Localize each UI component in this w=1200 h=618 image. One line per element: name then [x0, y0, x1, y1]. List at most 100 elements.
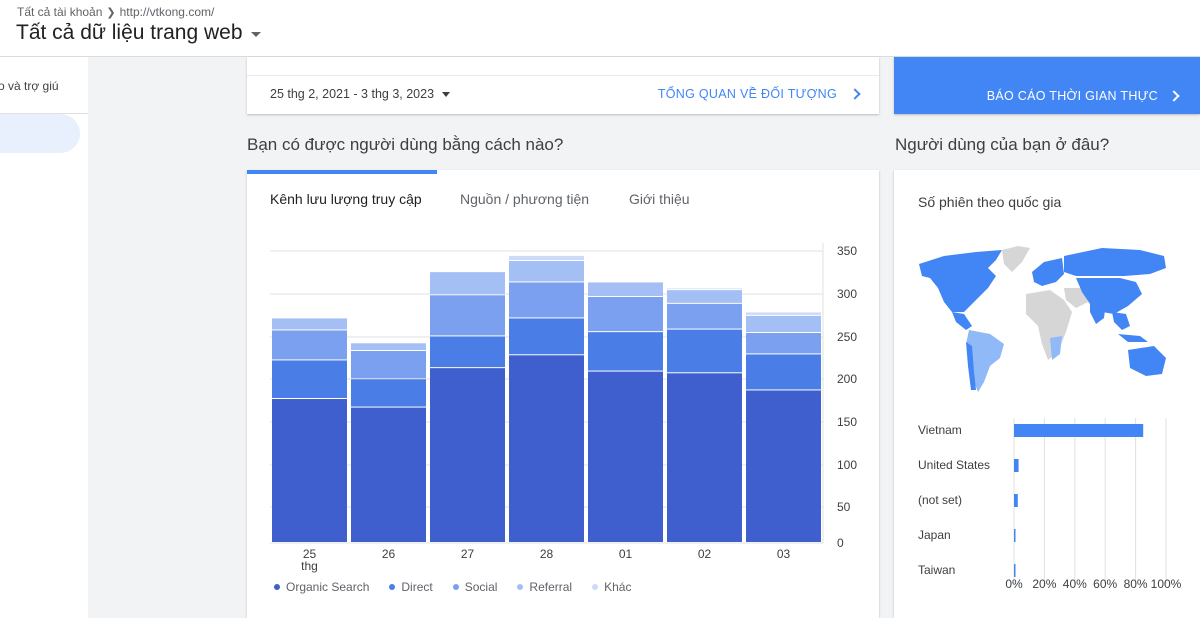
acquisition-heading: Bạn có được người dùng bằng cách nào? — [247, 135, 564, 154]
legend-label: Khác — [604, 580, 632, 594]
country-label: Vietnam — [918, 423, 962, 437]
chevron-right-icon — [849, 88, 861, 100]
bar-segment-organic-search — [667, 373, 742, 542]
geo-chart-title: Số phiên theo quốc gia — [918, 194, 1062, 210]
audience-overview-label: TỔNG QUAN VỀ ĐỐI TƯỢNG — [657, 87, 837, 101]
legend-label: Referral — [529, 580, 573, 594]
bar-segment-organic-search — [430, 368, 505, 542]
x-tick-label: 02 — [698, 547, 712, 561]
bar-segment-direct — [430, 336, 505, 368]
date-range-card: 25 thg 2, 2021 - 3 thg 3, 2023 TỔNG QUAN… — [247, 57, 879, 114]
bar-segment-organic-search — [588, 371, 663, 542]
audience-overview-link[interactable]: TỔNG QUAN VỀ ĐỐI TƯỢNG — [657, 87, 861, 101]
x-tick-label: thg — [301, 559, 318, 573]
bar-segment-referral — [509, 261, 584, 282]
legend-label: Organic Search — [286, 580, 370, 594]
breadcrumb-property[interactable]: http://vtkong.com/ — [120, 5, 215, 19]
country-sessions-chart: 0% 20% 40% 60% 80% 100% Vietnam United States (n… — [918, 418, 1182, 591]
bar-segment-referral — [588, 282, 663, 296]
bar-segment-direct — [272, 360, 347, 398]
x-tick-label: 01 — [619, 547, 633, 561]
y-tick-label: 100 — [837, 458, 857, 472]
bar-segment-direct — [509, 318, 584, 355]
legend-dot — [592, 584, 599, 590]
map-southeast-asia — [1112, 312, 1130, 330]
map-russia — [1064, 248, 1166, 276]
bar-segment-social — [746, 333, 821, 354]
bar-segment-direct — [351, 379, 426, 407]
bar-segment-social — [430, 295, 505, 336]
legend-dot — [274, 584, 280, 590]
bar-segment-referral — [746, 315, 821, 332]
legend-item: Social — [452, 580, 497, 594]
traffic-channel-chart: 05010015020025030035025thg26 27 28 01 02 03 — [270, 243, 857, 573]
bar-segment-referral — [351, 343, 426, 350]
legend-item: Organic Search — [274, 580, 369, 594]
bar-segment-referral — [272, 318, 347, 330]
bar-segment-organic-search — [351, 407, 426, 542]
legend-item: Direct — [389, 580, 433, 594]
x-tick-label: 40% — [1063, 577, 1087, 591]
map-india — [1090, 300, 1106, 324]
bar-segment-organic-search — [509, 355, 584, 542]
country-label: Taiwan — [918, 563, 955, 577]
acquisition-card: Kênh lưu lượng truy cập Nguồn / phương t… — [247, 170, 879, 618]
bar-segment-social — [272, 330, 347, 360]
map-indonesia — [1118, 334, 1148, 342]
bar-segment-khác — [667, 288, 742, 290]
country-label: United States — [918, 458, 990, 472]
legend-dot — [389, 584, 396, 590]
caret-down-icon — [250, 31, 261, 37]
realtime-report-label: BÁO CÁO THỜI GIAN THỰC — [986, 89, 1158, 103]
bar-segment-social — [509, 282, 584, 318]
map-africa-south — [1050, 336, 1062, 360]
breadcrumb-account[interactable]: Tất cả tài khoản — [17, 5, 102, 19]
sidebar: o và trợ giú — [0, 57, 88, 618]
x-tick-label: 100% — [1151, 577, 1182, 591]
map-europe — [1032, 258, 1064, 286]
geo-heading: Người dùng của bạn ở đâu? — [895, 135, 1110, 154]
x-tick-label: 03 — [777, 547, 791, 561]
map-africa — [1026, 290, 1072, 360]
bar-segment-direct — [746, 354, 821, 390]
card-divider — [247, 75, 879, 76]
country-label: (not set) — [918, 493, 962, 507]
sidebar-item-active[interactable] — [0, 114, 80, 153]
country-bar — [1014, 424, 1144, 437]
y-tick-label: 50 — [837, 500, 851, 514]
bar-segment-khác — [746, 312, 821, 315]
map-north-america — [919, 250, 1002, 312]
chart-legend: Organic Search Direct Social Referral Khác — [274, 580, 631, 594]
bar-segment-direct — [588, 332, 663, 371]
realtime-report-button[interactable]: BÁO CÁO THỜI GIAN THỰC — [894, 57, 1200, 114]
legend-dot — [452, 584, 459, 590]
view-title: Tất cả dữ liệu trang web — [16, 21, 243, 44]
view-selector[interactable]: Tất cả dữ liệu trang web — [16, 21, 261, 45]
sidebar-item-help[interactable]: o và trợ giú — [0, 79, 59, 93]
geo-card: Số phiên theo quốc gia 0% 20% 40% 60% 80% 100… — [894, 170, 1200, 618]
date-range-label: 25 thg 2, 2021 - 3 thg 3, 2023 — [270, 87, 435, 101]
map-australia — [1128, 346, 1166, 376]
caret-down-icon — [442, 91, 451, 97]
map-asia — [1076, 278, 1142, 314]
bar-segment-referral — [667, 290, 742, 303]
legend-item: Referral — [517, 580, 572, 594]
country-bar — [1014, 459, 1019, 472]
date-range-picker[interactable]: 25 thg 2, 2021 - 3 thg 3, 2023 — [270, 87, 451, 101]
bar-segment-khác — [509, 255, 584, 260]
bar-segment-organic-search — [272, 399, 347, 542]
country-label: Japan — [918, 528, 951, 542]
x-tick-label: 60% — [1093, 577, 1117, 591]
x-tick-label: 26 — [382, 547, 396, 561]
x-tick-label: 28 — [540, 547, 554, 561]
legend-dot — [517, 584, 524, 590]
y-tick-label: 250 — [837, 330, 857, 344]
breadcrumb: Tất cả tài khoản ❯ http://vtkong.com/ — [17, 5, 214, 19]
chevron-right-icon: ❯ — [106, 6, 116, 19]
chevron-right-icon — [1168, 90, 1180, 102]
x-tick-label: 80% — [1124, 577, 1148, 591]
map-central-america — [952, 312, 972, 330]
y-tick-label: 300 — [837, 287, 857, 301]
country-bar — [1014, 494, 1018, 507]
bar-segment-direct — [667, 329, 742, 373]
